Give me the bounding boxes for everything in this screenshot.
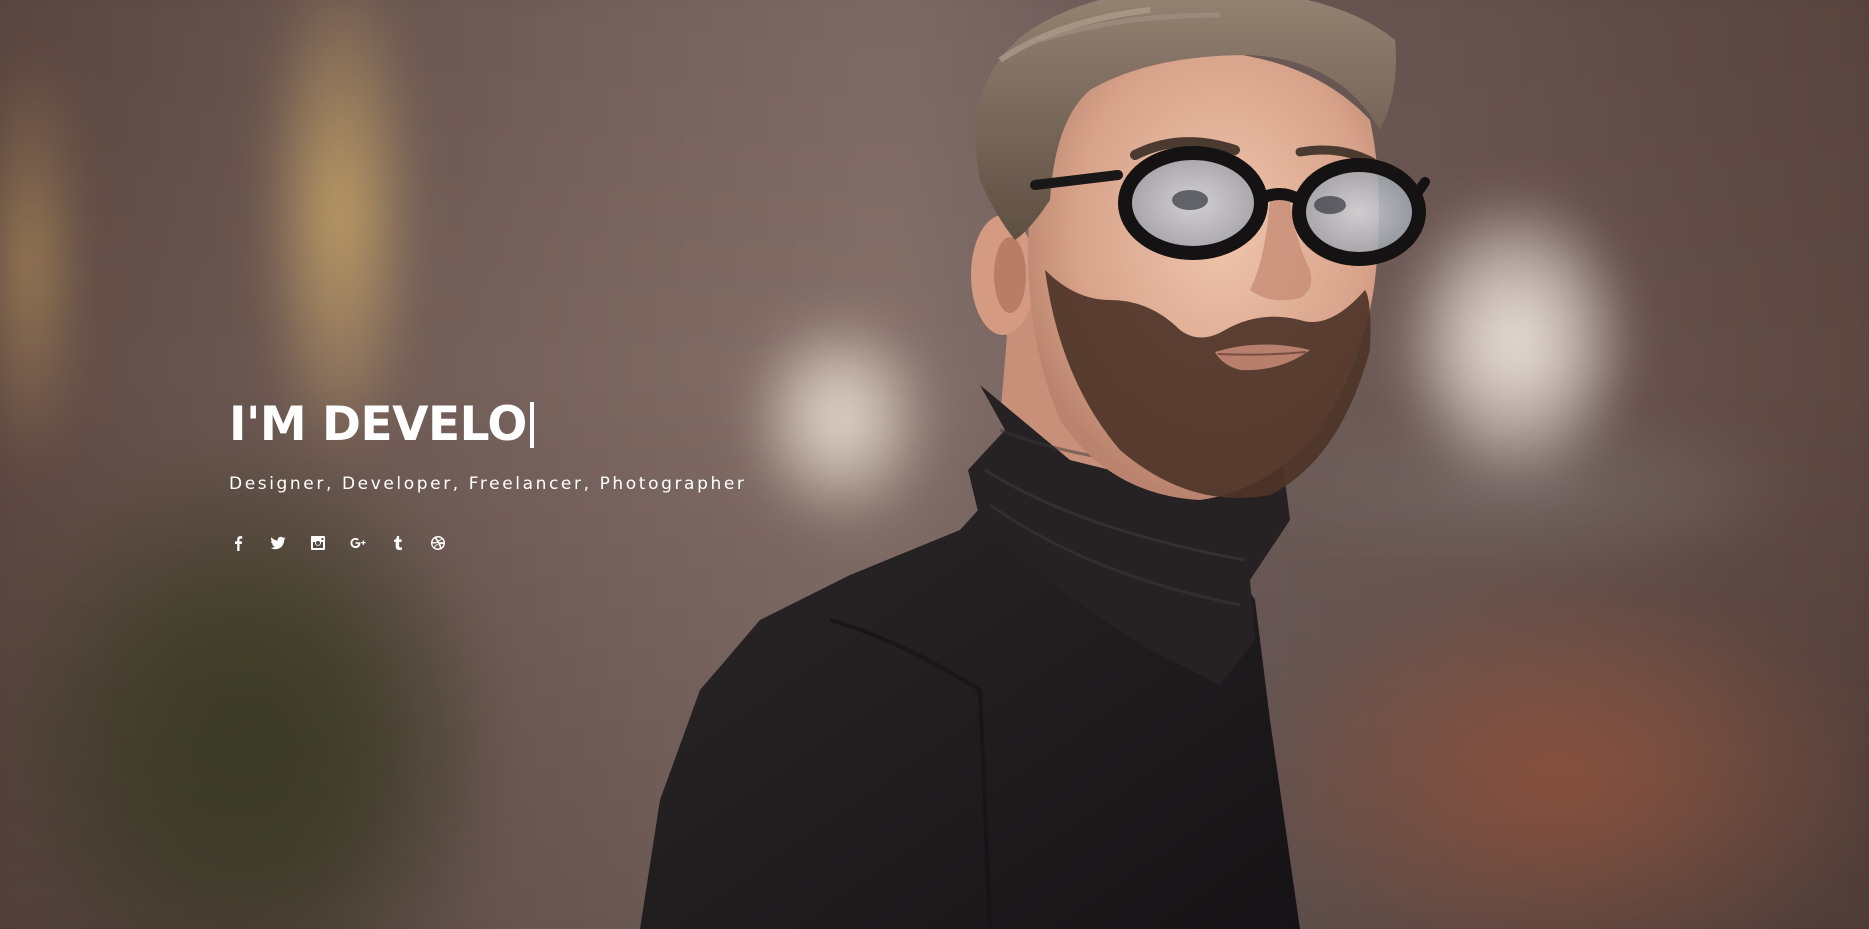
hero-content: I'M DEVELO Designer, Developer, Freelanc… [229,396,747,552]
twitter-icon [270,536,286,550]
instagram-link[interactable] [309,534,327,552]
facebook-icon [235,536,243,551]
social-links [229,534,747,552]
typed-text: I'M DEVELO [229,397,527,452]
tumblr-icon [394,536,402,550]
hero-section: I'M DEVELO Designer, Developer, Freelanc… [0,0,1869,929]
instagram-icon [311,536,325,550]
hero-headline: I'M DEVELO [229,396,747,454]
hero-roles: Designer, Developer, Freelancer, Photogr… [229,474,747,494]
google-plus-link[interactable] [349,534,367,552]
tumblr-link[interactable] [389,534,407,552]
facebook-link[interactable] [229,534,247,552]
dribbble-icon [431,536,445,550]
twitter-link[interactable] [269,534,287,552]
google-plus-icon [350,537,366,549]
typing-cursor [529,402,534,448]
dribbble-link[interactable] [429,534,447,552]
